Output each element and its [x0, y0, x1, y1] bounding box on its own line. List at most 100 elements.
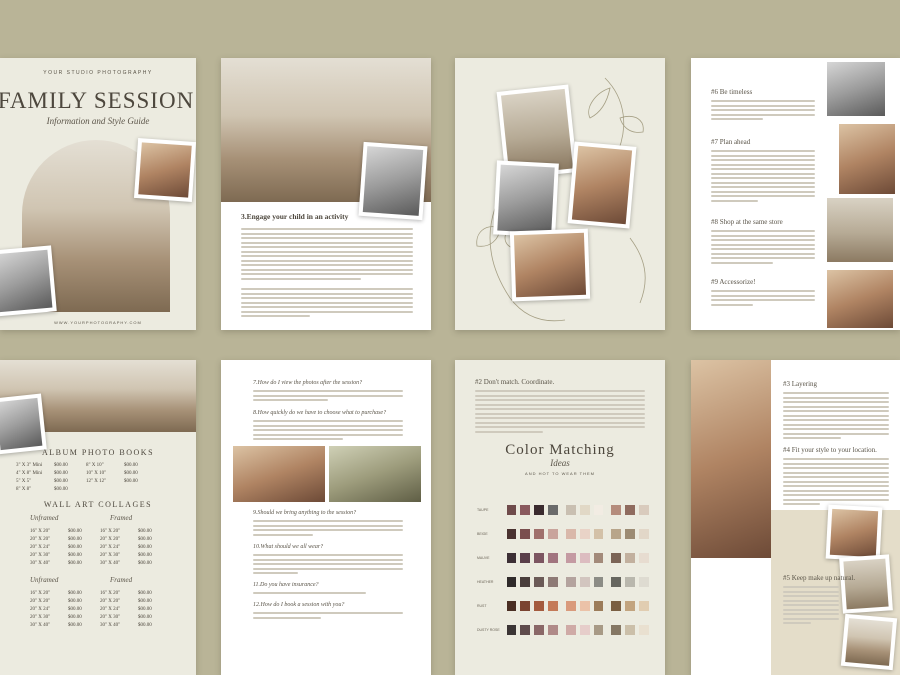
color-swatch [506, 529, 517, 539]
color-swatch [534, 577, 545, 587]
color-swatch [639, 529, 649, 539]
color-swatch [520, 577, 531, 587]
color-swatch [625, 577, 636, 587]
color-swatch [593, 577, 604, 587]
palette-row: DUSTY ROSE [477, 620, 653, 640]
color-swatch [625, 625, 636, 635]
color-swatch [548, 577, 558, 587]
tip-photo-4 [827, 270, 893, 328]
color-swatch [625, 553, 636, 563]
faq-a10 [253, 554, 403, 577]
tip-5-text [783, 586, 839, 627]
tip-6-heading: #6 Be timeless [711, 88, 753, 96]
wall-art-title: WALL ART COLLAGES [43, 500, 153, 509]
price-row: 20" X 30" $00.00 20" X 30" $00.00 [30, 614, 190, 622]
palette-row: HEATHER [477, 572, 653, 592]
tip-7-heading: #7 Plan ahead [711, 138, 751, 146]
tip-photo-2 [839, 124, 895, 194]
color-swatch [520, 601, 531, 611]
collage-photo-2 [493, 160, 559, 238]
size-cell: 20" X 24" [100, 545, 121, 550]
price-cell: $00.00 [68, 623, 82, 628]
collage-page [455, 58, 665, 330]
color-swatch [534, 601, 545, 611]
palette-row-label: HEATHER [477, 580, 494, 584]
collage-photo-4 [509, 228, 591, 302]
color-swatch [579, 601, 590, 611]
color-swatch [548, 625, 558, 635]
faq-q8: 8.How quickly do we have to choose what … [253, 410, 387, 416]
faq-a11 [253, 592, 403, 597]
palette-row: RUST [477, 596, 653, 616]
price-cell: $00.00 [138, 599, 152, 604]
price-cell: $00.00 [138, 529, 152, 534]
color-palette-grid: TAUPE BEIGE MAUVE HEATHER RUST DUSTY ROSE [477, 500, 653, 644]
color-swatch [593, 529, 604, 539]
color-swatch [639, 625, 649, 635]
color-swatch [548, 505, 558, 515]
size-cell [86, 486, 124, 494]
price-cell: $00.00 [124, 463, 138, 468]
price-cell: $00.00 [68, 561, 82, 566]
palette-row-label: DUSTY ROSE [477, 628, 500, 632]
size-cell: 20" X 24" [30, 607, 51, 612]
color-swatch [639, 577, 649, 587]
color-swatch [548, 553, 558, 563]
price-cell: $00.00 [68, 537, 82, 542]
price-cell: $00.00 [68, 607, 82, 612]
color-swatch [611, 601, 622, 611]
size-cell: 16" X 20" [100, 529, 121, 534]
color-swatch [534, 529, 545, 539]
faq-q11: 11.Do you have insurance? [253, 582, 319, 588]
price-cell: $00.00 [68, 591, 82, 596]
color-swatch [534, 553, 545, 563]
palette-row-label: BEIGE [477, 532, 488, 536]
size-cell: 20" X 30" [100, 615, 121, 620]
faq-a9 [253, 520, 403, 538]
size-cell: 8" X 8" [16, 487, 32, 492]
size-cell: 16" X 20" [100, 591, 121, 596]
color-swatch [625, 505, 636, 515]
color-swatch [639, 553, 649, 563]
tip-photo-3 [827, 198, 893, 262]
framed-label-2: Framed [110, 576, 133, 584]
faq-photo-1 [233, 446, 325, 502]
tip-polaroid-2 [839, 554, 893, 614]
price-row: 16" X 20" $00.00 16" X 20" $00.00 [30, 590, 190, 598]
studio-name: YOUR STUDIO PHOTOGRAPHY [43, 70, 153, 76]
activity-paragraph-1 [241, 228, 413, 282]
color-swatch [565, 601, 576, 611]
size-cell: 16" X 20" [30, 529, 51, 534]
price-row: 30" X 40" $00.00 30" X 40" $00.00 [30, 622, 190, 630]
color-matching-subtitle: AND HOT TO WEAR THEM [525, 471, 595, 476]
size-cell: 20" X 20" [30, 599, 51, 604]
price-row: 20" X 20" $00.00 20" X 20" $00.00 [30, 536, 190, 544]
size-cell: 20" X 20" [100, 537, 121, 542]
price-cell: $00.00 [54, 487, 68, 492]
color-swatch [565, 505, 576, 515]
size-cell: 4" X 8" Mini [16, 471, 43, 476]
size-cell: 20" X 30" [30, 553, 51, 558]
price-row: 20" X 30" $00.00 20" X 30" $00.00 [30, 552, 190, 560]
cover-url: WWW.YOURPHOTOGRAPHY.COM [54, 320, 142, 325]
tip-polaroid-1 [825, 504, 883, 562]
color-swatch [611, 553, 622, 563]
color-swatch [593, 505, 604, 515]
faq-q9: 9.Should we bring anything to the sessio… [253, 510, 357, 516]
tip-5-heading: #5 Keep make up natural. [783, 574, 856, 582]
price-cell: $00.00 [68, 615, 82, 620]
cover-page: YOUR STUDIO PHOTOGRAPHY FAMILY SESSION I… [0, 58, 196, 330]
tip-polaroid-3 [840, 613, 898, 671]
color-swatch [611, 577, 622, 587]
size-cell: 8" X 10" [86, 463, 104, 468]
color-matching-title: Color Matching [505, 442, 615, 458]
wall-art-table-2: 16" X 20" $00.00 16" X 20" $00.00 20" X 20" $… [30, 590, 190, 630]
color-swatch [625, 601, 636, 611]
cover-polaroid-2 [0, 245, 57, 317]
size-cell: 30" X 40" [30, 623, 51, 628]
color-swatch [579, 625, 590, 635]
color-swatch [506, 553, 517, 563]
tip-4-heading: #4 Fit your style to your location. [783, 446, 877, 454]
price-cell: $00.00 [68, 599, 82, 604]
tip-9-text [711, 290, 815, 308]
